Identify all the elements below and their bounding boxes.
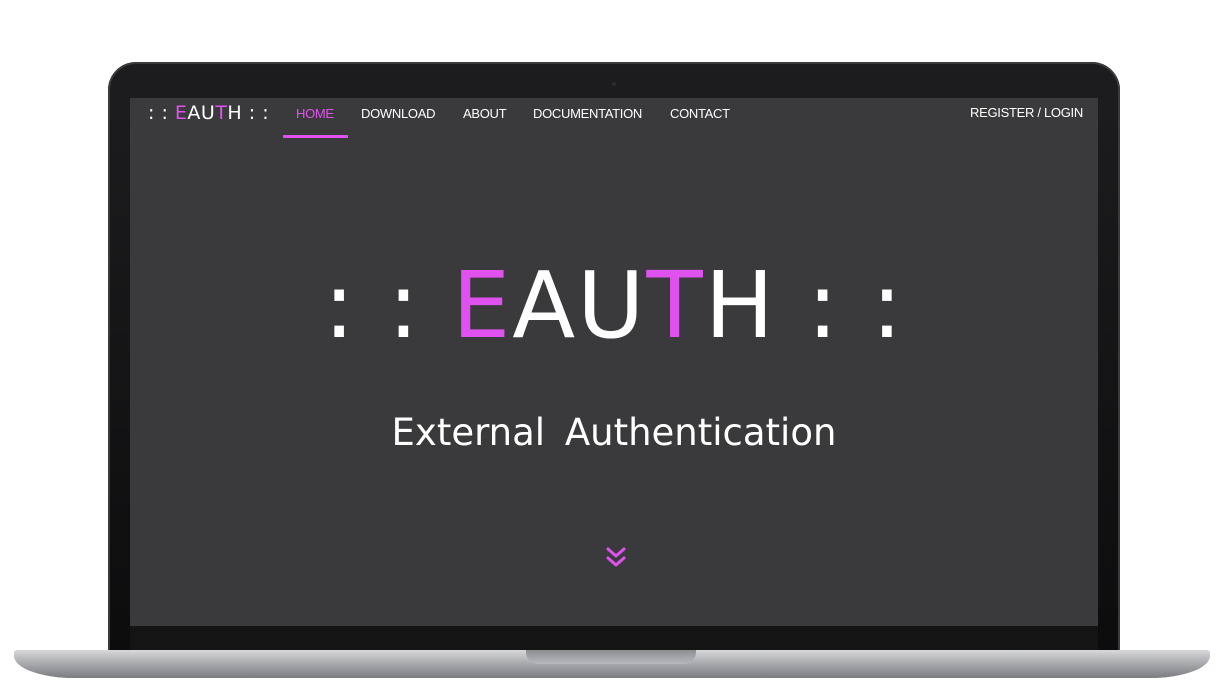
camera-dot xyxy=(612,82,616,86)
brand-prefix: : : xyxy=(148,102,175,124)
laptop-hinge xyxy=(130,626,1098,650)
nav-documentation[interactable]: DOCUMENTATION xyxy=(533,106,642,121)
nav-about[interactable]: ABOUT xyxy=(463,106,507,121)
nav-contact[interactable]: CONTACT xyxy=(670,106,730,121)
brand-logo[interactable]: : : EAUTH : : xyxy=(148,102,269,124)
hero-subtitle: External Authentication xyxy=(391,411,837,454)
hero-suffix: : : xyxy=(775,252,905,359)
double-chevron-down-icon[interactable] xyxy=(605,546,627,570)
nav-download[interactable]: DOWNLOAD xyxy=(361,106,435,121)
active-nav-indicator xyxy=(283,135,348,138)
brand-letter-e: E xyxy=(174,102,188,124)
brand-letter-h: H xyxy=(227,102,243,124)
brand-letter-t: T xyxy=(215,102,228,124)
hero-prefix: : : xyxy=(323,252,453,359)
register-login-link[interactable]: REGISTER / LOGIN xyxy=(970,105,1083,120)
hero-letter-h: H xyxy=(704,252,776,359)
hero-letter-t: T xyxy=(646,252,705,359)
hero-letter-e: E xyxy=(452,252,513,359)
brand-suffix: : : xyxy=(242,102,270,124)
hero-letters-au: AU xyxy=(512,252,647,359)
hero-title: : : EAUTH : : xyxy=(130,260,1098,352)
nav-home[interactable]: HOME xyxy=(296,106,334,121)
navbar: : : EAUTH : : HOME DOWNLOAD ABOUT DOCUME… xyxy=(130,98,1098,138)
screen: : : EAUTH : : HOME DOWNLOAD ABOUT DOCUME… xyxy=(130,98,1098,626)
laptop-notch xyxy=(526,650,696,664)
brand-letters-au: AU xyxy=(187,102,216,124)
